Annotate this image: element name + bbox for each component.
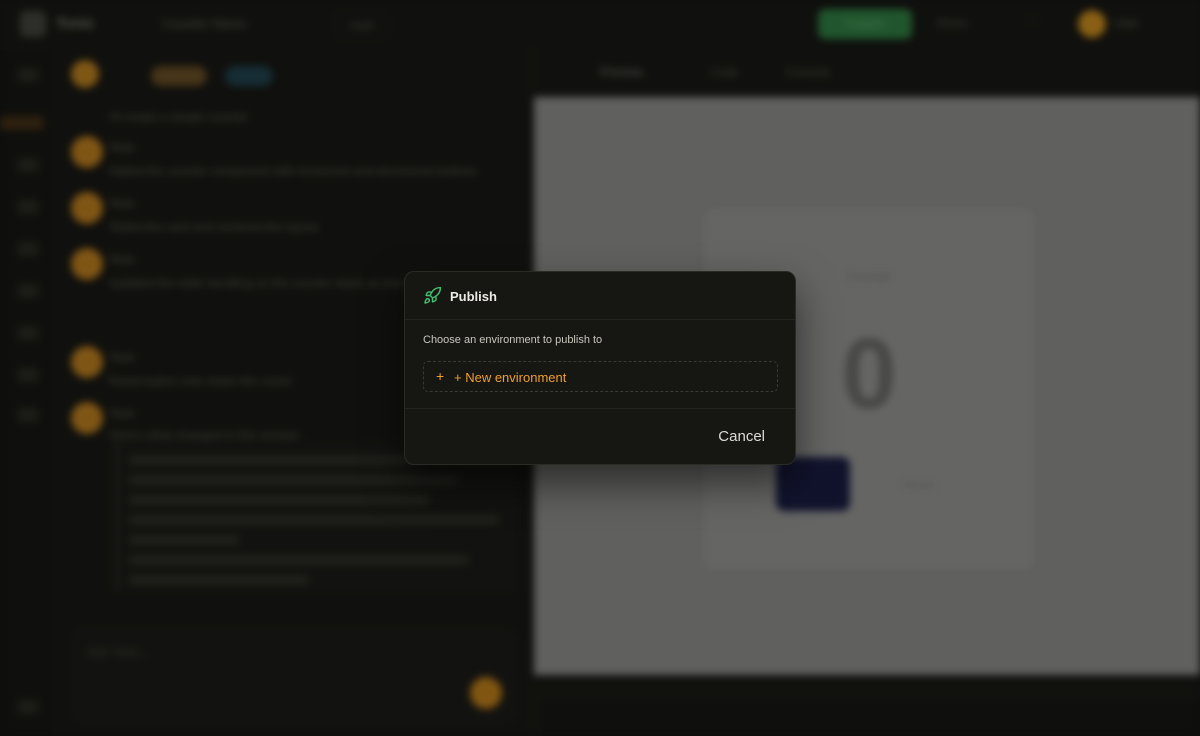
dialog-title: Publish <box>450 289 497 304</box>
publish-dialog: Publish Choose an environment to publish… <box>404 271 796 465</box>
dialog-body: Choose an environment to publish to + + … <box>405 320 795 408</box>
dialog-footer: Cancel <box>405 408 795 464</box>
rocket-icon <box>424 286 442 304</box>
plus-icon: + <box>436 368 445 384</box>
new-environment-label: + New environment <box>454 370 567 385</box>
dialog-description: Choose an environment to publish to <box>423 334 603 346</box>
dialog-header: Publish <box>405 272 795 320</box>
cancel-button[interactable]: Cancel <box>706 423 777 451</box>
new-environment-button[interactable]: + + New environment <box>423 361 778 392</box>
